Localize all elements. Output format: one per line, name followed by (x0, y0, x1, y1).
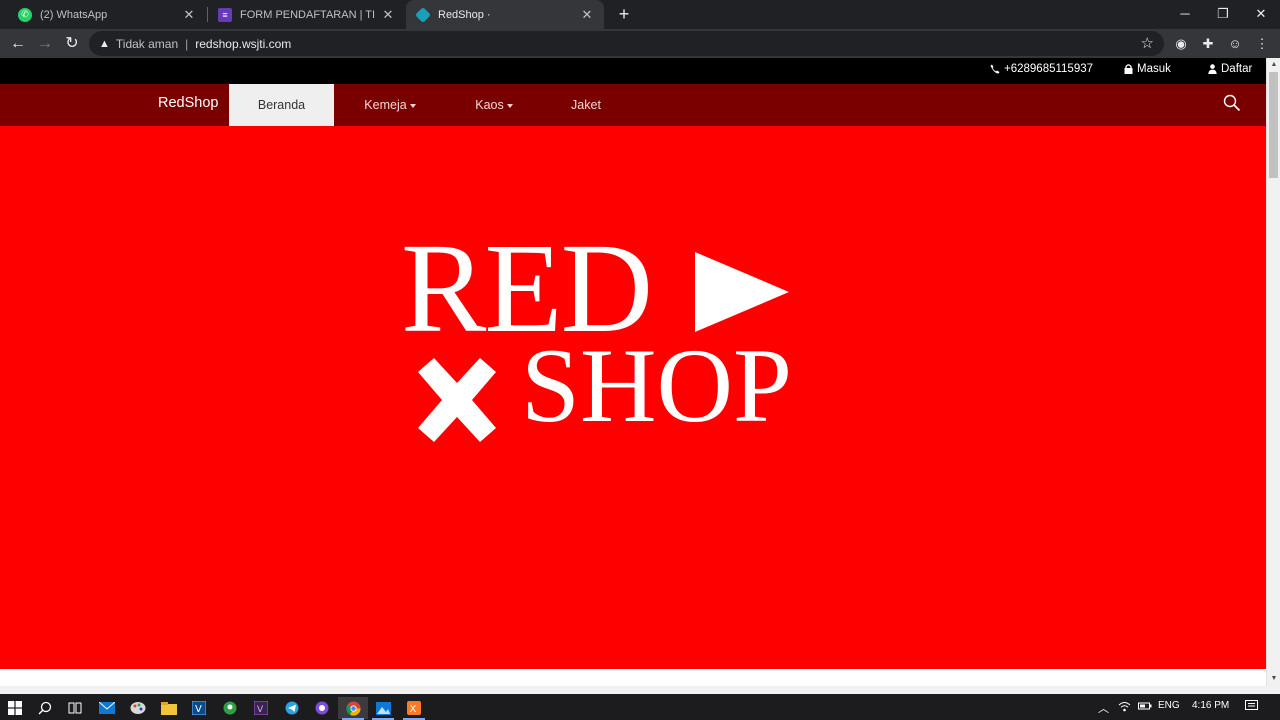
play-triangle-icon (695, 252, 789, 332)
warning-icon: ▲ (99, 37, 110, 50)
logo-text-shop: SHOP (521, 327, 793, 444)
visual-paradigm-icon[interactable]: V (184, 697, 214, 719)
vs-app-icon[interactable]: V (246, 697, 276, 719)
windows-taskbar: V V X ︿ ENG 4:16 PM (0, 694, 1280, 720)
scroll-down-arrow-icon[interactable]: ▼ (1267, 672, 1280, 686)
file-explorer-icon[interactable] (154, 697, 184, 719)
purple-circle-app-icon[interactable] (307, 697, 337, 719)
xampp-icon[interactable]: X (399, 697, 429, 720)
tab-title: FORM PENDAFTARAN | TIF EXHIBIT (240, 8, 375, 21)
nav-label: Jaket (571, 98, 601, 112)
clock-time[interactable]: 4:16 PM (1192, 700, 1229, 711)
caret-down-icon (409, 103, 416, 108)
forms-icon: ≡ (218, 7, 232, 22)
mail-app-icon[interactable] (92, 697, 122, 719)
telegram-icon[interactable] (277, 697, 307, 719)
register-link[interactable]: Daftar (1208, 63, 1252, 75)
chrome-taskbar-icon[interactable] (338, 697, 368, 720)
minimize-icon[interactable]: ─ (1166, 0, 1204, 29)
nav-kaos[interactable]: Kaos (460, 84, 528, 126)
site-brand[interactable]: RedShop (158, 95, 218, 111)
site-top-bar: +6289685115937 Masuk Daftar (0, 58, 1266, 84)
phone-contact[interactable]: +6289685115937 (990, 63, 1093, 75)
tab-title: (2) WhatsApp (40, 8, 108, 21)
caret-down-icon (506, 103, 513, 108)
extensions-puzzle-icon[interactable]: ✚ (1200, 36, 1216, 52)
task-view-icon[interactable] (60, 697, 90, 719)
browser-tab-strip: ✆ (2) WhatsApp ✕ ≡ FORM PENDAFTARAN | TI… (0, 0, 1280, 29)
lock-icon (1124, 64, 1133, 74)
redshop-tab-icon (415, 6, 431, 23)
window-close-icon[interactable]: ✕ (1242, 0, 1280, 29)
back-arrow-icon[interactable]: ← (7, 33, 29, 55)
horizontal-scroll-gutter (0, 686, 1280, 694)
web-page: +6289685115937 Masuk Daftar RedShop Bera… (0, 58, 1266, 686)
extension-circle-icon[interactable]: ◉ (1173, 36, 1189, 52)
svg-text:X: X (410, 704, 417, 715)
cross-x-icon (418, 358, 496, 442)
tray-overflow-chevron-icon[interactable]: ︿ (1098, 700, 1109, 716)
nav-label: Kemeja (364, 98, 407, 112)
notifications-icon[interactable] (1245, 700, 1258, 715)
browser-menu-icon[interactable]: ⋮ (1254, 36, 1270, 52)
security-label[interactable]: Tidak aman (116, 37, 178, 51)
phone-icon (990, 64, 1000, 74)
tab-form-pendaftaran[interactable]: ≡ FORM PENDAFTARAN | TIF EXHIBIT ✕ (208, 0, 405, 29)
whatsapp-icon: ✆ (18, 7, 32, 22)
nav-label: Beranda (257, 98, 306, 112)
svg-text:V: V (195, 704, 202, 715)
page-scrollbar[interactable]: ▲ ▼ (1266, 58, 1280, 686)
phone-number: +6289685115937 (1004, 63, 1094, 75)
language-indicator[interactable]: ENG (1158, 700, 1180, 711)
photos-app-icon[interactable] (368, 697, 398, 720)
green-app-icon[interactable] (215, 697, 245, 719)
omnibox-divider: | (185, 36, 189, 51)
taskbar-search-icon[interactable] (30, 697, 60, 719)
close-icon[interactable]: ✕ (182, 7, 196, 23)
nav-jaket[interactable]: Jaket (556, 84, 616, 126)
tab-redshop[interactable]: RedShop · ✕ (406, 0, 604, 29)
login-link[interactable]: Masuk (1124, 63, 1171, 75)
battery-icon[interactable] (1138, 700, 1152, 715)
url-text[interactable]: redshop.wsjti.com (195, 37, 291, 51)
main-navbar: RedShop Beranda Kemeja Kaos Jaket (0, 84, 1266, 126)
profile-avatar-icon[interactable]: ☺ (1227, 36, 1243, 52)
close-icon[interactable]: ✕ (381, 7, 395, 23)
windows-start-icon[interactable] (0, 697, 30, 719)
login-label: Masuk (1137, 63, 1171, 75)
close-icon[interactable]: ✕ (580, 7, 594, 23)
restore-icon[interactable]: ❐ (1204, 0, 1242, 29)
user-icon (1208, 64, 1217, 74)
tab-whatsapp[interactable]: ✆ (2) WhatsApp ✕ (8, 0, 206, 29)
search-icon[interactable] (1223, 94, 1241, 112)
wifi-icon[interactable] (1118, 700, 1131, 715)
nav-label: Kaos (475, 98, 504, 112)
address-bar[interactable]: ▲ Tidak aman | redshop.wsjti.com ☆ (89, 31, 1164, 56)
browser-toolbar: ← → ↻ ▲ Tidak aman | redshop.wsjti.com ☆… (0, 29, 1280, 58)
register-label: Daftar (1221, 63, 1253, 75)
nav-beranda[interactable]: Beranda (229, 84, 334, 126)
svg-text:V: V (257, 705, 264, 715)
scroll-up-arrow-icon[interactable]: ▲ (1267, 58, 1280, 72)
reload-icon[interactable]: ↻ (61, 33, 83, 55)
paint-app-icon[interactable] (123, 697, 153, 719)
forward-arrow-icon[interactable]: → (34, 33, 56, 55)
new-tab-button[interactable]: + (614, 4, 634, 24)
nav-kemeja[interactable]: Kemeja (350, 84, 430, 126)
hero-banner: RED SHOP (0, 126, 1266, 669)
scroll-thumb[interactable] (1269, 72, 1278, 178)
tab-title: RedShop · (438, 8, 491, 21)
page-content-area (0, 669, 1266, 686)
bookmark-star-icon[interactable]: ☆ (1141, 34, 1154, 52)
